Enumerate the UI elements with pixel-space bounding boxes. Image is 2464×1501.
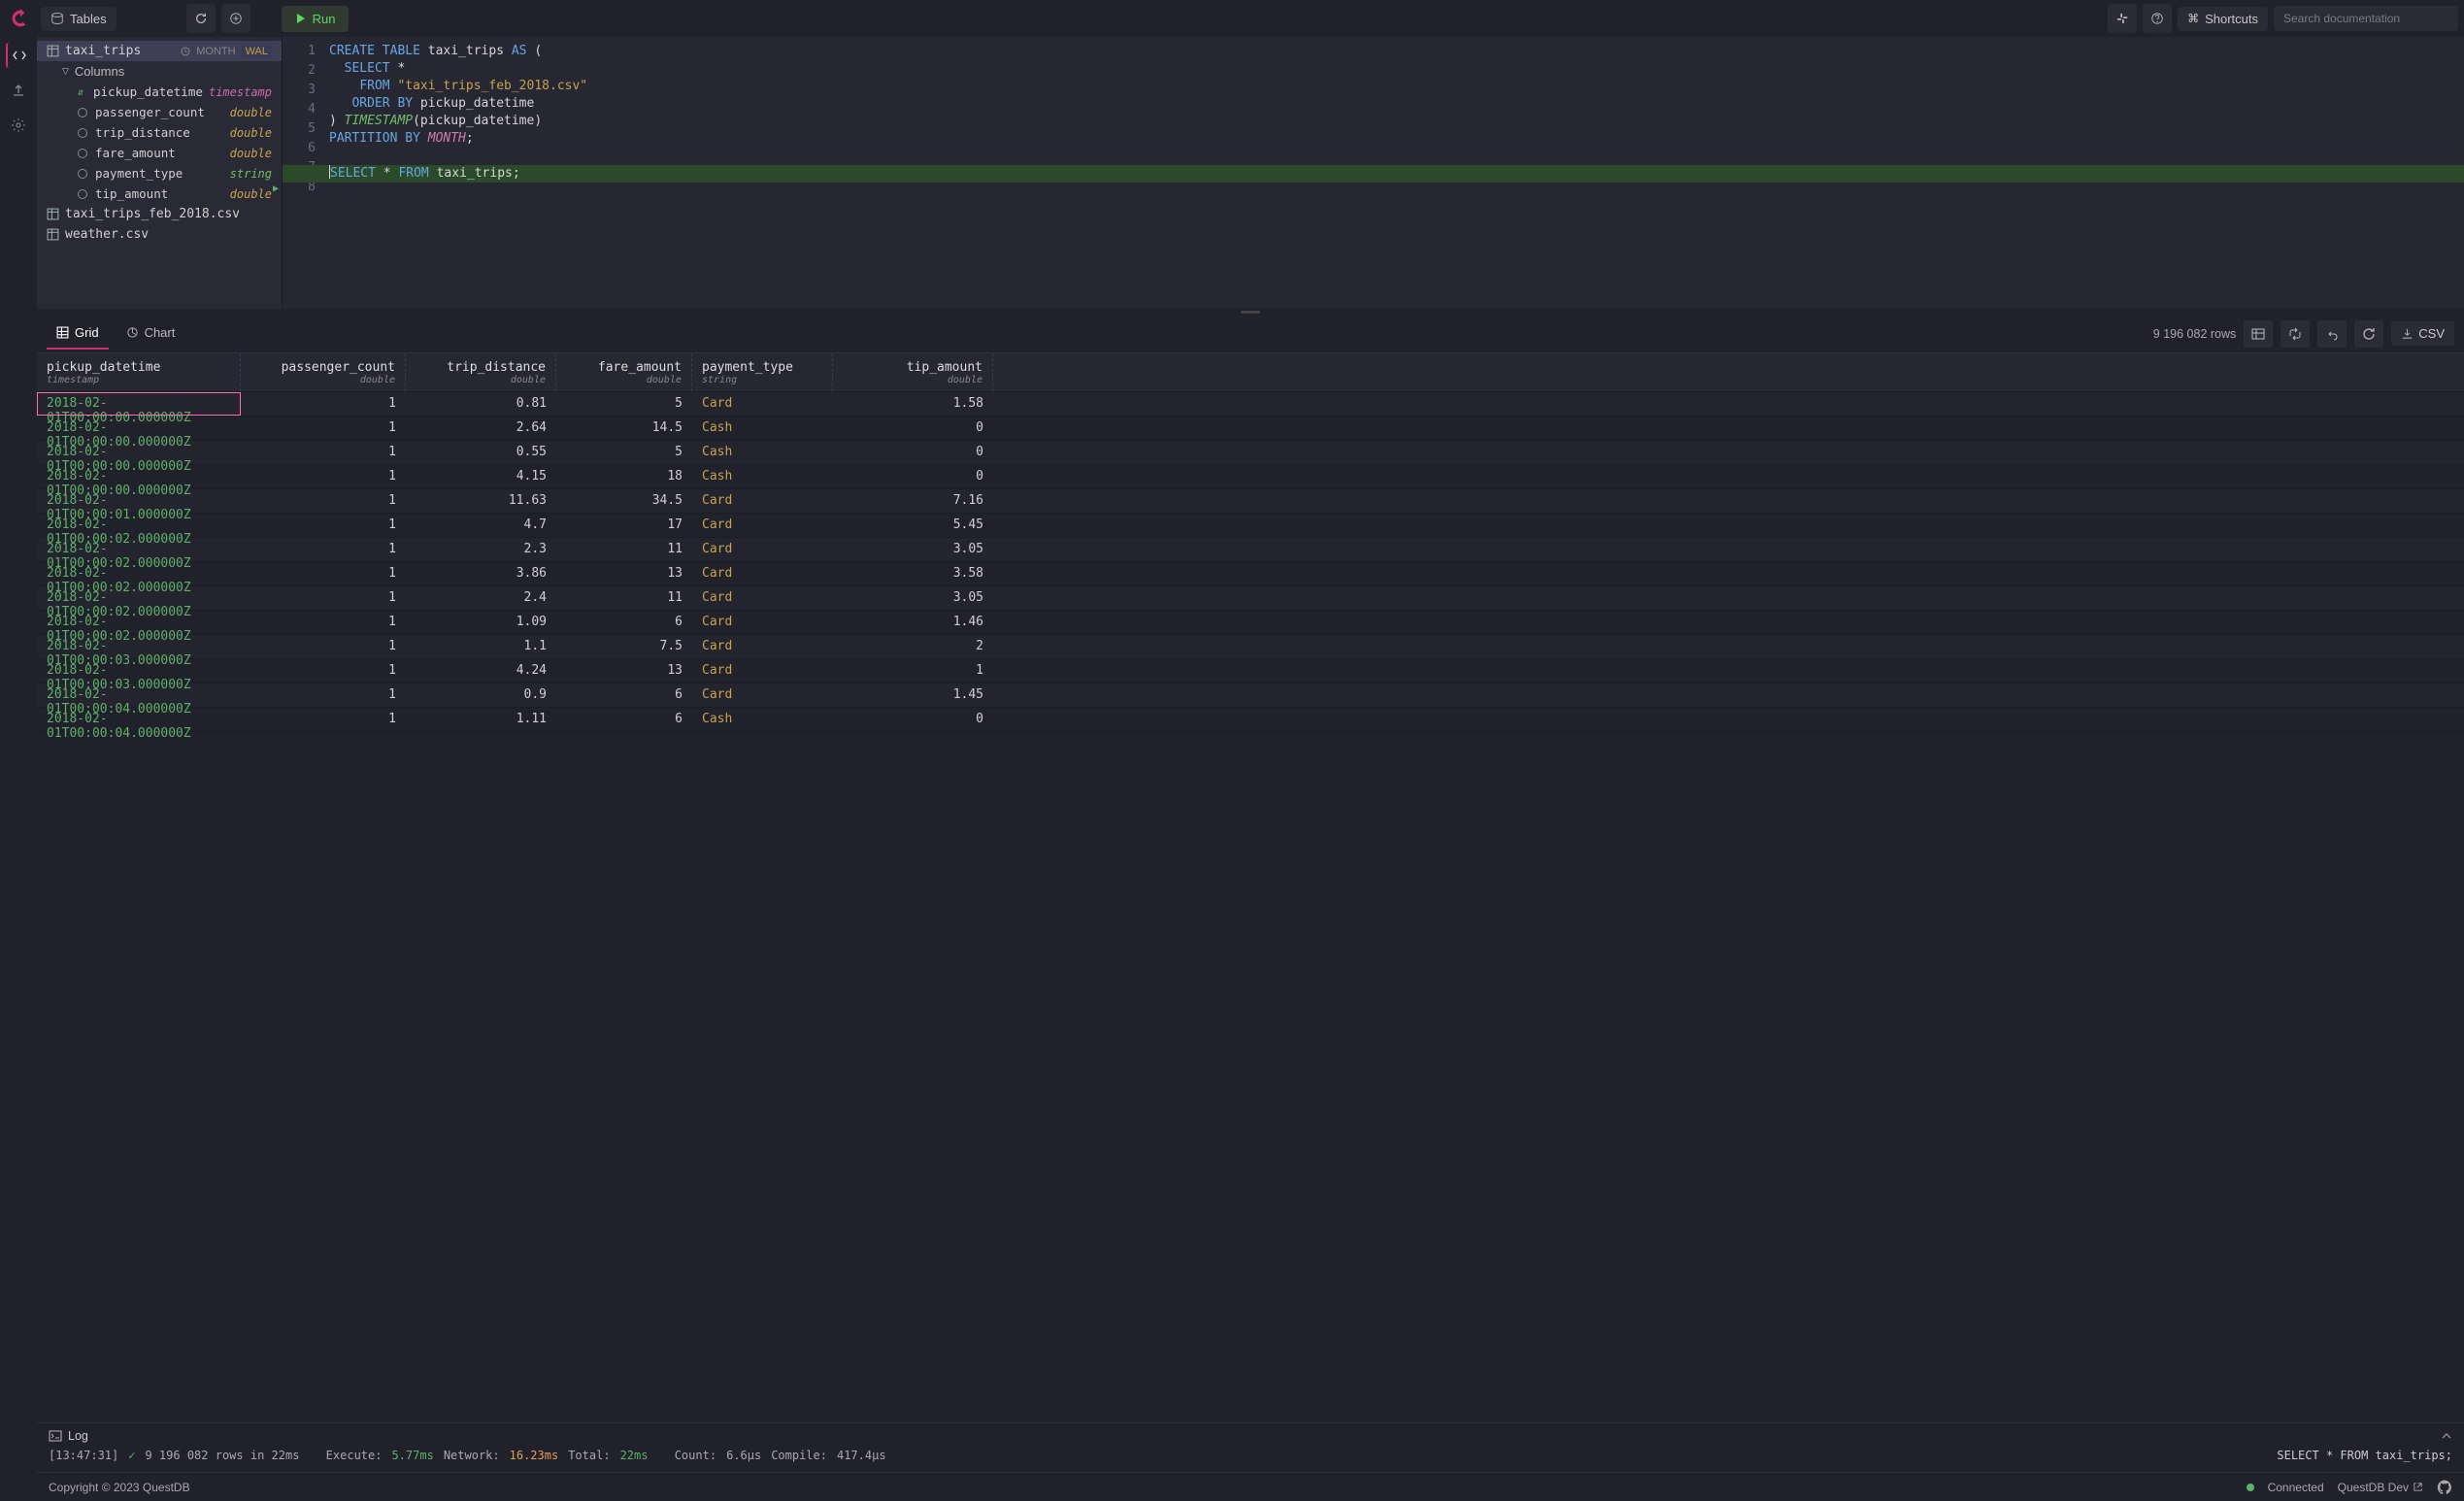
log-count-label: Count:: [675, 1449, 716, 1462]
log-title: Log: [68, 1429, 88, 1443]
table-row[interactable]: 2018-02-01T00:00:02.000000Z13.8613Card3.…: [37, 562, 2464, 586]
log-compile-label: Compile:: [771, 1449, 827, 1462]
table-weather.csv[interactable]: weather.csv: [37, 224, 282, 245]
col-header-fare_amount[interactable]: fare_amountdouble: [556, 353, 692, 391]
refresh-button[interactable]: [186, 4, 216, 33]
help-button[interactable]: [2143, 4, 2172, 33]
shortcuts-label: Shortcuts: [2205, 12, 2258, 26]
column-passenger_count[interactable]: passenger_countdouble: [37, 102, 282, 122]
table-icon: [47, 228, 59, 241]
column-fare_amount[interactable]: fare_amountdouble: [37, 143, 282, 163]
table-row[interactable]: 2018-02-01T00:00:04.000000Z10.96Card1.45: [37, 684, 2464, 708]
col-header-trip_distance[interactable]: trip_distancedouble: [406, 353, 556, 391]
run-button[interactable]: Run: [282, 6, 350, 32]
clock-icon: [181, 47, 190, 56]
github-link[interactable]: [2437, 1480, 2452, 1495]
table-row[interactable]: 2018-02-01T00:00:02.000000Z12.311Card3.0…: [37, 538, 2464, 562]
transpose-button[interactable]: [2281, 320, 2310, 348]
freeze-columns-button[interactable]: [2244, 320, 2273, 348]
col-header-tip_amount[interactable]: tip_amountdouble: [833, 353, 993, 391]
col-header-pickup_datetime[interactable]: pickup_datetimetimestamp: [37, 353, 241, 391]
tab-chart[interactable]: Chart: [117, 317, 185, 350]
run-button-label: Run: [313, 12, 336, 26]
table-row[interactable]: 2018-02-01T00:00:03.000000Z14.2413Card1: [37, 659, 2464, 684]
github-icon: [2437, 1480, 2452, 1495]
sql-editor[interactable]: 1234567▶8 CREATE TABLE taxi_trips AS ( S…: [282, 37, 2464, 309]
log-time: [13:47:31]: [49, 1449, 118, 1462]
column-trip_distance[interactable]: trip_distancedouble: [37, 122, 282, 143]
rerun-button[interactable]: [2354, 320, 2383, 348]
table-row[interactable]: 2018-02-01T00:00:00.000000Z10.555Cash0: [37, 441, 2464, 465]
external-link-icon: [2413, 1482, 2423, 1492]
table-row[interactable]: 2018-02-01T00:00:00.000000Z12.6414.5Cash…: [37, 417, 2464, 441]
table-row[interactable]: 2018-02-01T00:00:02.000000Z11.096Card1.4…: [37, 611, 2464, 635]
results-grid[interactable]: pickup_datetimetimestamppassenger_countd…: [37, 353, 2464, 1422]
table-row[interactable]: 2018-02-01T00:00:00.000000Z10.815Card1.5…: [37, 392, 2464, 417]
table-taxi_trips_feb_2018.csv[interactable]: taxi_trips_feb_2018.csv: [37, 204, 282, 224]
log-icon: [49, 1429, 62, 1443]
table-row[interactable]: 2018-02-01T00:00:02.000000Z12.411Card3.0…: [37, 586, 2464, 611]
sidebar-tab-code[interactable]: [6, 43, 31, 68]
column-tip_amount[interactable]: tip_amountdouble: [37, 183, 282, 204]
table-row[interactable]: 2018-02-01T00:00:04.000000Z11.116Cash0: [37, 708, 2464, 732]
log-compile-val: 417.4µs: [837, 1449, 886, 1462]
footer-connected: Connected: [2268, 1481, 2324, 1494]
app-logo: [6, 4, 35, 33]
footer-devlink[interactable]: QuestDB Dev: [2338, 1481, 2423, 1494]
col-header-passenger_count[interactable]: passenger_countdouble: [241, 353, 406, 391]
log-sql: SELECT * FROM taxi_trips;: [2277, 1449, 2452, 1462]
log-tot-label: Total:: [568, 1449, 610, 1462]
tables-dropdown[interactable]: Tables: [41, 7, 117, 31]
schema-tree: taxi_tripsMONTHWAL▽Columns⇵pickup_dateti…: [37, 37, 282, 309]
log-exec-label: Execute:: [326, 1449, 383, 1462]
log-count-val: 6.6µs: [726, 1449, 761, 1462]
add-button[interactable]: [221, 4, 250, 33]
sidebar-tab-settings[interactable]: [6, 113, 31, 138]
row-count: 9 196 082 rows: [2153, 327, 2236, 341]
search-input[interactable]: [2274, 6, 2458, 31]
export-csv-label: CSV: [2418, 326, 2445, 341]
log-net-label: Network:: [444, 1449, 500, 1462]
undo-button[interactable]: [2317, 320, 2347, 348]
table-row[interactable]: 2018-02-01T00:00:03.000000Z11.17.5Card2: [37, 635, 2464, 659]
table-row[interactable]: 2018-02-01T00:00:00.000000Z14.1518Cash0: [37, 465, 2464, 489]
table-taxi_trips[interactable]: taxi_tripsMONTHWAL: [37, 41, 282, 61]
log-rows: 9 196 082 rows in 22ms: [145, 1449, 299, 1462]
column-payment_type[interactable]: payment_typestring: [37, 163, 282, 183]
log-collapse-button[interactable]: [2441, 1430, 2452, 1442]
slack-button[interactable]: [2108, 4, 2137, 33]
col-header-payment_type[interactable]: payment_typestring: [692, 353, 833, 391]
tables-dropdown-label: Tables: [70, 12, 107, 26]
table-icon: [47, 208, 59, 220]
check-icon: ✓: [128, 1449, 135, 1462]
export-csv-button[interactable]: CSV: [2391, 321, 2454, 346]
table-row[interactable]: 2018-02-01T00:00:02.000000Z14.717Card5.4…: [37, 514, 2464, 538]
tab-grid[interactable]: Grid: [47, 317, 109, 350]
tab-grid-label: Grid: [75, 325, 99, 340]
footer-copyright: Copyright © 2023 QuestDB: [49, 1481, 190, 1494]
connection-indicator: [2247, 1484, 2254, 1491]
command-icon: ⌘: [2187, 12, 2199, 25]
table-row[interactable]: 2018-02-01T00:00:01.000000Z111.6334.5Car…: [37, 489, 2464, 514]
sidebar-tab-export[interactable]: [6, 78, 31, 103]
log-net-val: 16.23ms: [510, 1449, 559, 1462]
shortcuts-button[interactable]: ⌘ Shortcuts: [2178, 7, 2268, 31]
log-exec-val: 5.77ms: [391, 1449, 433, 1462]
log-tot-val: 22ms: [620, 1449, 649, 1462]
columns-group[interactable]: ▽Columns: [37, 61, 282, 82]
table-icon: [47, 45, 59, 57]
column-pickup_datetime[interactable]: ⇵pickup_datetimetimestamp: [37, 82, 282, 102]
tab-chart-label: Chart: [145, 325, 176, 340]
